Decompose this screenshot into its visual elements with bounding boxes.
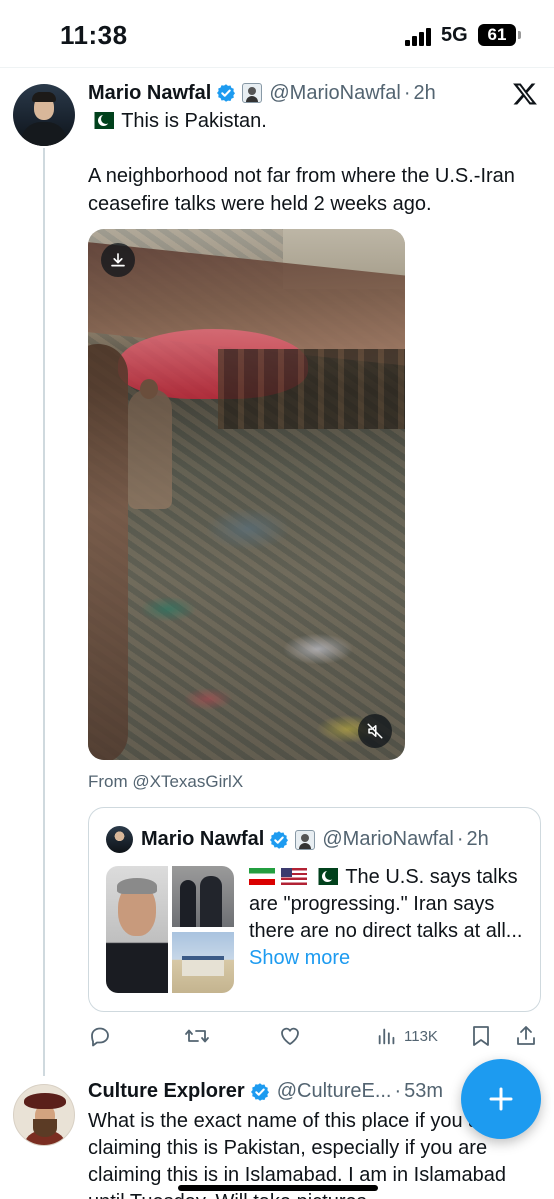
pakistan-flag-icon: [312, 868, 339, 885]
affiliate-badge-icon: [242, 83, 263, 103]
status-time: 11:38: [60, 20, 128, 50]
tweet-line1-text: This is Pakistan.: [121, 110, 267, 132]
affiliate-badge-icon: [295, 829, 316, 850]
quoted-tweet[interactable]: Mario Nawfal @MarioNawfal · 2h The U.S. …: [88, 807, 541, 1012]
tweet-video[interactable]: [88, 229, 405, 760]
iran-flag-icon: [249, 868, 275, 885]
compose-plus-icon: [489, 1087, 513, 1111]
divider: [0, 67, 554, 68]
compose-button[interactable]: [461, 1059, 541, 1139]
share-icon[interactable]: [514, 1022, 538, 1050]
quote-time: 2h: [466, 828, 489, 850]
mute-icon[interactable]: [358, 714, 392, 748]
x-logo-icon[interactable]: [512, 81, 538, 107]
avatar[interactable]: [13, 84, 75, 146]
views-button[interactable]: 113K: [376, 1022, 438, 1050]
quote-header: Mario Nawfal @MarioNawfal · 2h: [106, 826, 489, 853]
reply-header: Culture Explorer @CultureE... · 53m: [88, 1080, 443, 1103]
tweet-body: A neighborhood not far from where the U.…: [88, 165, 515, 215]
avatar[interactable]: [13, 1084, 75, 1146]
verified-badge-icon: [270, 830, 289, 849]
reply-handle[interactable]: @CultureE...: [277, 1080, 392, 1103]
thread-line: [43, 148, 45, 1076]
like-icon[interactable]: [278, 1022, 302, 1050]
pakistan-flag-icon: [88, 112, 114, 129]
tweet-time[interactable]: 2h: [413, 82, 435, 105]
views-icon: [378, 1028, 395, 1045]
separator: ·: [403, 81, 411, 104]
reply-author-name[interactable]: Culture Explorer: [88, 1080, 245, 1103]
us-flag-icon: [280, 868, 307, 885]
reply-icon[interactable]: [88, 1022, 112, 1050]
download-icon[interactable]: [101, 243, 135, 277]
separator: ·: [394, 1080, 402, 1102]
battery-icon: 61: [478, 24, 521, 46]
tweet-text-line1: This is Pakistan.: [88, 108, 267, 134]
video-source[interactable]: From @XTexasGirlX: [88, 772, 243, 792]
views-count: 113K: [404, 1027, 438, 1045]
separator: ·: [456, 828, 464, 850]
quote-avatar: [106, 826, 133, 853]
quote-text: The U.S. says talks are "progressing." I…: [249, 864, 534, 972]
verified-badge-icon: [250, 1082, 269, 1101]
action-bar: 113K: [88, 1022, 538, 1050]
quote-handle: @MarioNawfal: [322, 828, 454, 850]
author-name[interactable]: Mario Nawfal: [88, 82, 211, 105]
verified-badge-icon: [217, 84, 236, 102]
author-handle[interactable]: @MarioNawfal: [269, 82, 400, 105]
tweet-header: Mario Nawfal @MarioNawfal · 2h: [88, 78, 436, 108]
quote-media: [106, 866, 234, 993]
retweet-icon[interactable]: [184, 1022, 210, 1050]
home-indicator[interactable]: [178, 1185, 378, 1191]
bookmark-icon[interactable]: [470, 1022, 492, 1050]
network-label: 5G: [441, 24, 468, 46]
quote-author-name: Mario Nawfal: [141, 828, 265, 850]
status-bar: 11:38 5G 61: [0, 0, 554, 70]
signal-icon: [405, 28, 433, 46]
reply-time[interactable]: 53m: [404, 1080, 443, 1103]
show-more-link[interactable]: Show more: [249, 947, 350, 969]
